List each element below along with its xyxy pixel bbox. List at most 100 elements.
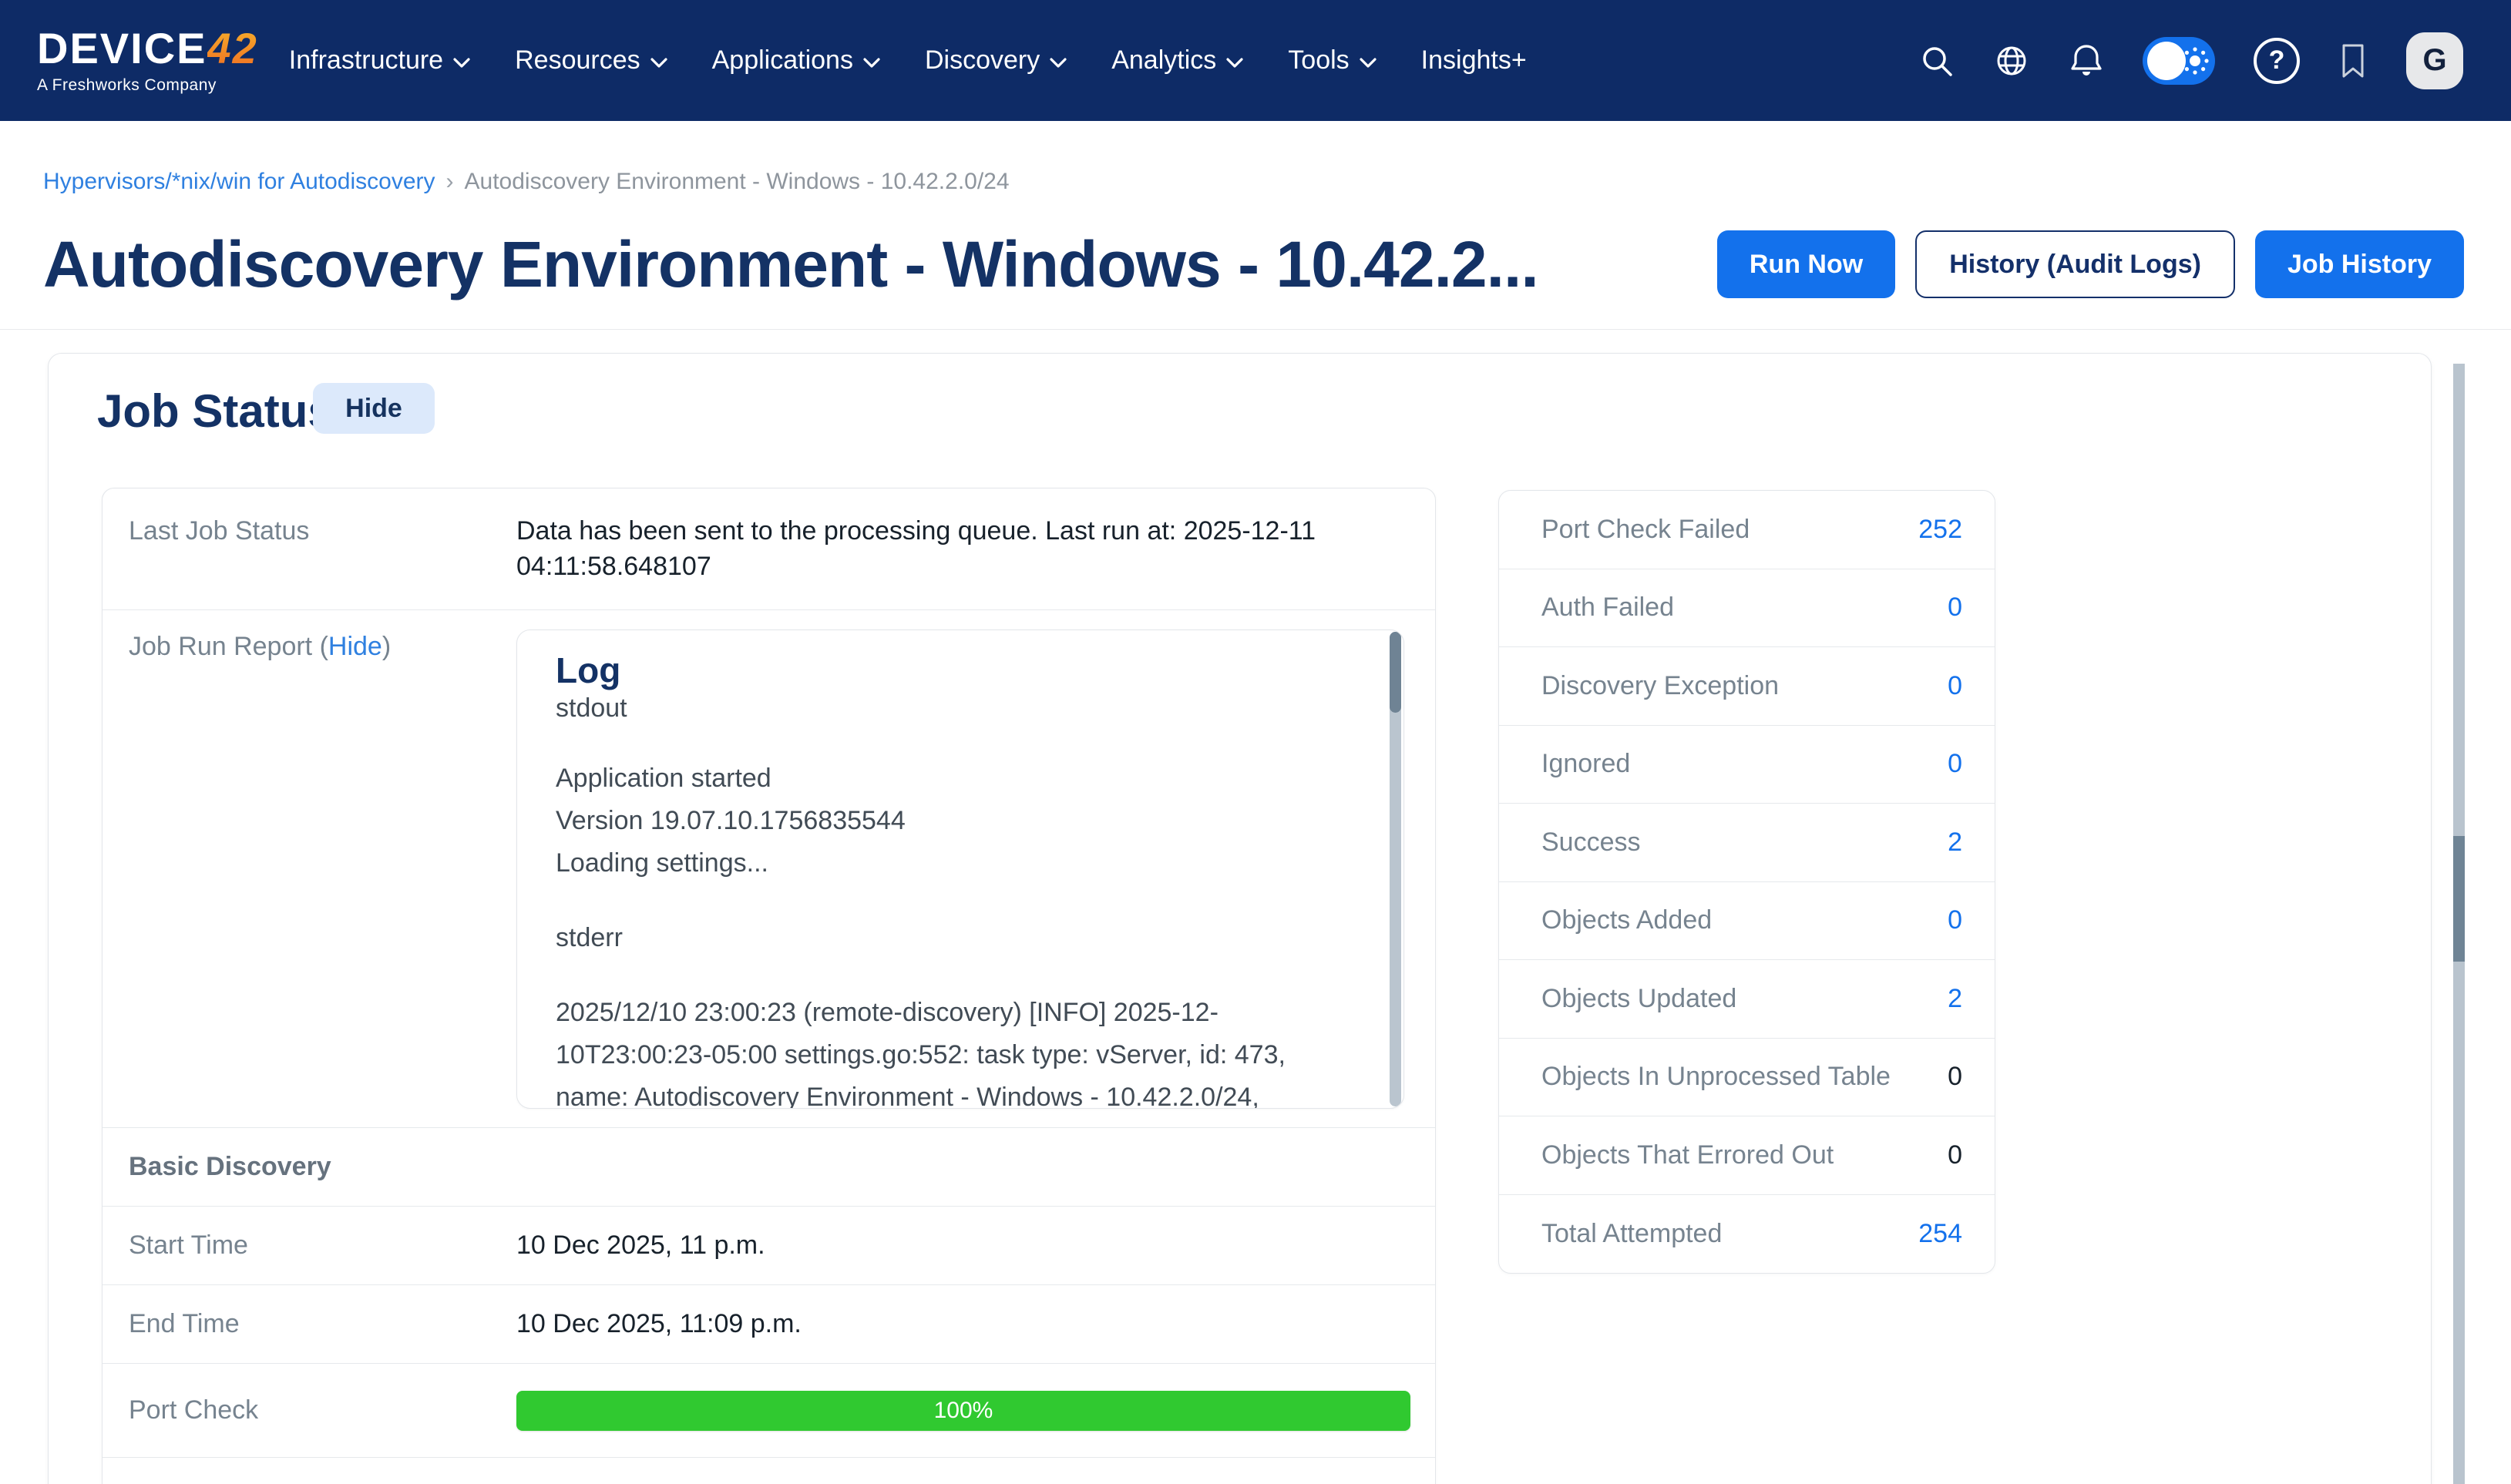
menu-label: Applications [712,45,853,76]
port-check-value: 100% [516,1391,1436,1431]
title-row: Autodiscovery Environment - Windows - 10… [43,227,2464,301]
chevron-down-icon [1226,45,1243,76]
job-run-report-label-suffix: ) [382,632,391,661]
stat-row-ignored: Ignored 0 [1499,726,1995,804]
stat-row-discovery-exception: Discovery Exception 0 [1499,647,1995,726]
stat-label: Auth Failed [1541,593,1674,623]
menu-tools[interactable]: Tools [1288,45,1376,76]
log-line: Application started [556,757,1311,800]
stat-value-link[interactable]: 2 [1948,828,1962,858]
job-status-hide-button[interactable]: Hide [313,383,435,434]
stat-value-link[interactable]: 252 [1918,515,1962,545]
help-icon[interactable]: ? [2254,38,2300,84]
menu-analytics[interactable]: Analytics [1111,45,1243,76]
job-run-report-hide-link[interactable]: Hide [328,632,382,661]
page-actions: Run Now History (Audit Logs) Job History [1717,230,2464,298]
stat-row-objects-added: Objects Added 0 [1499,882,1995,961]
menu-label: Analytics [1111,45,1216,76]
log-scrollbar-thumb[interactable] [1390,632,1401,713]
basic-discovery-label: Basic Discovery [103,1152,331,1182]
page-scrollbar[interactable] [2453,364,2465,1484]
stat-row-port-check-failed: Port Check Failed 252 [1499,491,1995,569]
port-check-progress-text: 100% [934,1398,993,1424]
port-check-progress-bar: 100% [516,1391,1410,1431]
device42-logo[interactable]: DEVICE42 A Freshworks Company [37,27,258,95]
breadcrumb-current: Autodiscovery Environment - Windows - 10… [465,169,1010,194]
page-header: Hypervisors/*nix/win for Autodiscovery › A… [0,121,2511,330]
log-line: Version 19.07.10.1756835544 [556,800,1311,842]
sun-icon [2180,45,2210,80]
history-audit-logs-button[interactable]: History (Audit Logs) [1915,230,2235,298]
menu-label: Discovery [925,45,1040,76]
user-avatar[interactable]: G [2406,32,2463,89]
last-job-status-value: Data has been sent to the processing que… [516,489,1395,609]
stat-value-link[interactable]: 0 [1948,593,1962,623]
globe-icon[interactable] [1993,42,2030,79]
main-menu: Infrastructure Resources Applications Di… [289,45,1527,76]
content-area: Job Status Hide Last Job Status Data has… [0,330,2511,1484]
stat-value-link[interactable]: 0 [1948,749,1962,779]
table-row-start-time: Start Time 10 Dec 2025, 11 p.m. [103,1207,1435,1285]
run-now-button[interactable]: Run Now [1717,230,1895,298]
log-stderr-text: 2025/12/10 23:00:23 (remote-discovery) [… [556,992,1311,1109]
last-job-status-label: Last Job Status [103,489,516,609]
start-time-label: Start Time [103,1231,516,1261]
port-check-label: Port Check [103,1395,516,1425]
avatar-initial: G [2422,43,2446,78]
breadcrumb-link[interactable]: Hypervisors/*nix/win for Autodiscovery [43,169,435,194]
stat-value: 0 [1948,1062,1962,1092]
page-title: Autodiscovery Environment - Windows - 10… [43,227,1694,301]
chevron-down-icon [863,45,880,76]
stat-label: Ignored [1541,749,1630,779]
job-run-report-label-prefix: Job Run Report ( [129,632,328,661]
stat-row-auth-failed: Auth Failed 0 [1499,569,1995,648]
theme-toggle[interactable] [2143,37,2215,85]
log-stdout-block: Application started Version 19.07.10.175… [556,757,1311,885]
breadcrumb: Hypervisors/*nix/win for Autodiscovery › A… [43,169,1010,195]
menu-infrastructure[interactable]: Infrastructure [289,45,470,76]
stat-row-objects-updated: Objects Updated 2 [1499,960,1995,1039]
page-scrollbar-thumb[interactable] [2453,836,2465,962]
top-navbar: DEVICE42 A Freshworks Company Infrastruc… [0,0,2511,121]
navbar-right-icons: ? G [1919,32,2463,89]
job-run-report-label: Job Run Report (Hide) [103,610,516,1127]
menu-applications[interactable]: Applications [712,45,880,76]
menu-insights-plus[interactable]: Insights+ [1421,45,1527,76]
menu-discovery[interactable]: Discovery [925,45,1067,76]
table-row-clipped [103,1458,1435,1484]
stat-label: Discovery Exception [1541,671,1779,701]
log-scrollbar[interactable] [1390,632,1401,1106]
stat-value-link[interactable]: 2 [1948,984,1962,1014]
stat-label: Port Check Failed [1541,515,1750,545]
stat-value-link[interactable]: 0 [1948,671,1962,701]
end-time-value: 10 Dec 2025, 11:09 p.m. [516,1309,1435,1339]
log-stdout-label: stdout [556,693,1311,724]
job-status-heading: Job Status [97,384,334,438]
stat-value: 0 [1948,1140,1962,1170]
stat-value-link[interactable]: 0 [1948,905,1962,935]
bell-icon[interactable] [2069,42,2104,80]
table-row-port-check: Port Check 100% [103,1364,1435,1458]
menu-resources[interactable]: Resources [515,45,667,76]
log-box: Log stdout Application started Version 1… [516,630,1404,1109]
menu-label: Infrastructure [289,45,443,76]
stat-value-link[interactable]: 254 [1918,1219,1962,1249]
job-status-card: Job Status Hide Last Job Status Data has… [48,353,2432,1484]
menu-label: Resources [515,45,640,76]
chevron-down-icon [1360,45,1377,76]
stat-label: Objects In Unprocessed Table [1541,1062,1891,1092]
stat-label: Objects Updated [1541,984,1736,1014]
stat-label: Objects Added [1541,905,1712,935]
table-row-end-time: End Time 10 Dec 2025, 11:09 p.m. [103,1285,1435,1364]
bookmark-icon[interactable] [2338,42,2368,79]
job-stats-panel: Port Check Failed 252 Auth Failed 0 Disc… [1498,490,1995,1274]
job-details-table: Last Job Status Data has been sent to th… [102,488,1436,1484]
log-line: Loading settings... [556,842,1311,885]
job-history-button[interactable]: Job History [2255,230,2464,298]
end-time-label: End Time [103,1309,516,1339]
stat-row-objects-that-errored-out: Objects That Errored Out 0 [1499,1116,1995,1195]
log-heading: Log [556,650,1311,690]
breadcrumb-separator: › [446,169,454,194]
search-icon[interactable] [1919,43,1955,79]
logo-tagline: A Freshworks Company [37,76,258,95]
